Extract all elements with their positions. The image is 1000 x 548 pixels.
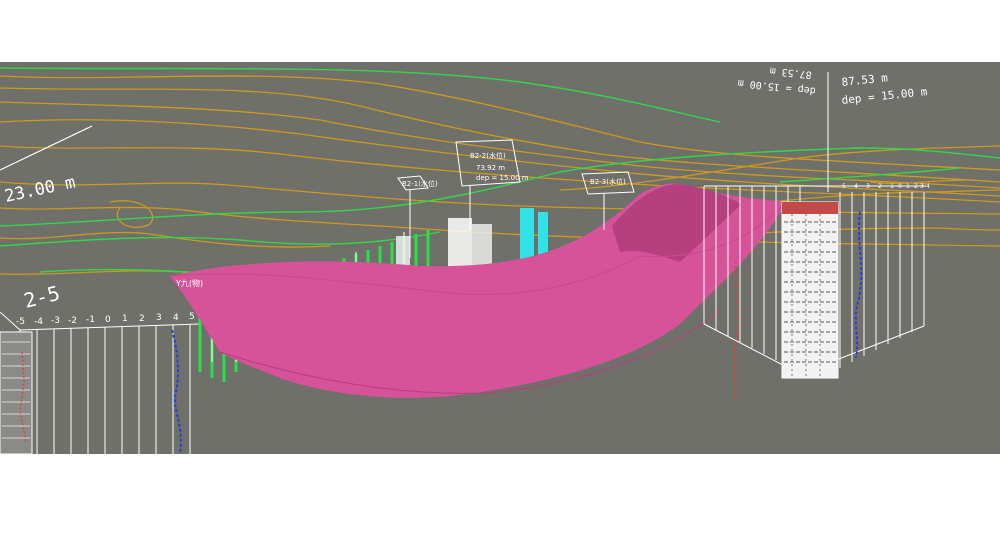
svg-text:0: 0 xyxy=(105,315,111,325)
svg-text:2: 2 xyxy=(139,314,145,324)
svg-text:3: 3 xyxy=(920,183,924,190)
svg-text:-1: -1 xyxy=(888,183,894,190)
pink-excavation-surface xyxy=(169,183,787,398)
svg-text:B2-2(水位): B2-2(水位) xyxy=(470,151,506,160)
right-borehole-column xyxy=(781,201,839,379)
svg-text:-5: -5 xyxy=(840,183,846,190)
svg-text:B2-3(水位): B2-3(水位) xyxy=(590,177,626,186)
svg-text:1: 1 xyxy=(122,314,128,324)
borehole-tag-y9: Y九(物) xyxy=(175,278,203,288)
svg-text:-3: -3 xyxy=(864,183,870,190)
left-distance-label: 23.00 m xyxy=(3,172,77,206)
svg-text:Y九(物): Y九(物) xyxy=(175,278,203,288)
svg-text:B2-1(水位): B2-1(水位) xyxy=(402,179,438,188)
svg-text:4: 4 xyxy=(173,313,179,323)
svg-text:-1: -1 xyxy=(86,315,95,325)
svg-text:-4: -4 xyxy=(34,317,43,327)
svg-text:4: 4 xyxy=(926,183,930,190)
left-borehole-column xyxy=(0,331,33,454)
left-axis-fragment: 2-5 xyxy=(21,281,62,313)
right-mirrored-labels: 87.53 m dep = 15.00 m xyxy=(737,65,816,96)
right-blue-log-curve xyxy=(854,211,863,359)
svg-text:0: 0 xyxy=(898,183,902,190)
svg-text:-3: -3 xyxy=(51,316,60,326)
svg-text:-5: -5 xyxy=(16,317,25,327)
3d-viewport[interactable]: -5 -4 -3 -2 -1 0 1 2 3 4 5 23.00 m 2-5 B… xyxy=(0,62,1000,454)
svg-text:5: 5 xyxy=(189,312,195,322)
svg-text:3: 3 xyxy=(156,313,162,323)
svg-text:dep = 15.00 m: dep = 15.00 m xyxy=(476,174,529,182)
svg-text:2: 2 xyxy=(914,183,918,190)
right-red-log-curve xyxy=(733,261,740,403)
svg-text:73.92 m: 73.92 m xyxy=(476,164,505,172)
geology-3d-scene[interactable]: -5 -4 -3 -2 -1 0 1 2 3 4 5 23.00 m 2-5 B… xyxy=(0,62,1000,454)
right-depth-label: dep = 15.00 m xyxy=(841,85,928,107)
svg-text:-2: -2 xyxy=(876,183,882,190)
right-elevation-label: 87.53 m xyxy=(841,71,889,89)
svg-text:87.53 m: 87.53 m xyxy=(769,65,812,80)
svg-text:1: 1 xyxy=(906,183,910,190)
borehole-tag-b2-2: B2-2(水位) 73.92 m dep = 15.00 m xyxy=(455,139,529,230)
svg-text:-2: -2 xyxy=(68,316,77,326)
svg-text:-4: -4 xyxy=(852,183,858,190)
